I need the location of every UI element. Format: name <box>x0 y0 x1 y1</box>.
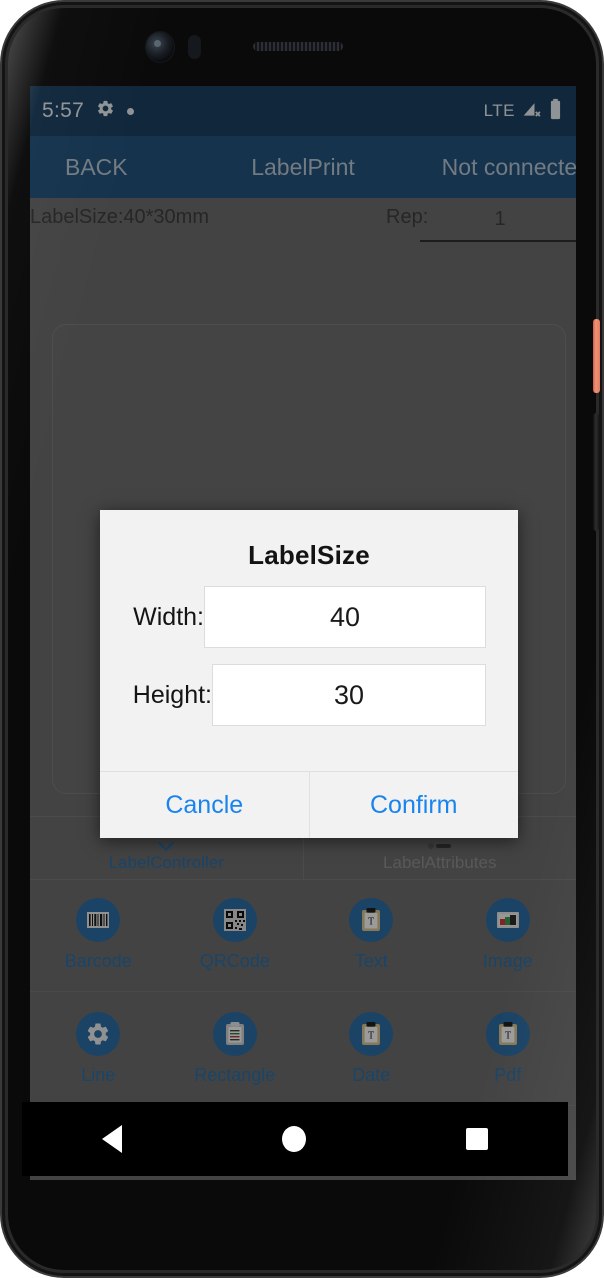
phone-screen: 5:57 LTE BACK LabelPrint Not connected L… <box>30 86 576 1180</box>
proximity-sensor-icon <box>188 35 201 59</box>
width-input[interactable]: 40 <box>204 586 486 648</box>
volume-button[interactable] <box>593 413 599 531</box>
phone-top-hardware <box>30 30 574 88</box>
nav-back-icon[interactable] <box>102 1125 122 1153</box>
width-row: Width: 40 <box>100 585 518 649</box>
label-size-dialog: LabelSize Width: 40 Height: 30 Cancle Co… <box>100 510 518 838</box>
width-label: Width: <box>133 602 204 631</box>
width-value: 40 <box>329 601 361 632</box>
power-button[interactable] <box>593 319 600 393</box>
height-label: Height: <box>132 680 212 709</box>
cancel-button[interactable]: Cancle <box>100 772 309 838</box>
height-input[interactable]: 30 <box>212 664 486 726</box>
height-value: 30 <box>333 679 365 710</box>
dialog-buttons: Cancle Confirm <box>100 771 518 838</box>
navigation-bar <box>22 1102 568 1176</box>
height-row: Height: 30 <box>100 663 518 727</box>
confirm-button[interactable]: Confirm <box>308 772 519 838</box>
dialog-title: LabelSize <box>248 540 370 570</box>
camera-lens-glint <box>154 40 161 47</box>
nav-home-icon[interactable] <box>282 1126 306 1152</box>
front-camera-icon <box>146 32 174 62</box>
earpiece-speaker-icon <box>253 42 343 51</box>
nav-recents-icon[interactable] <box>466 1128 488 1150</box>
phone-frame: 5:57 LTE BACK LabelPrint Not connected L… <box>8 8 600 1270</box>
